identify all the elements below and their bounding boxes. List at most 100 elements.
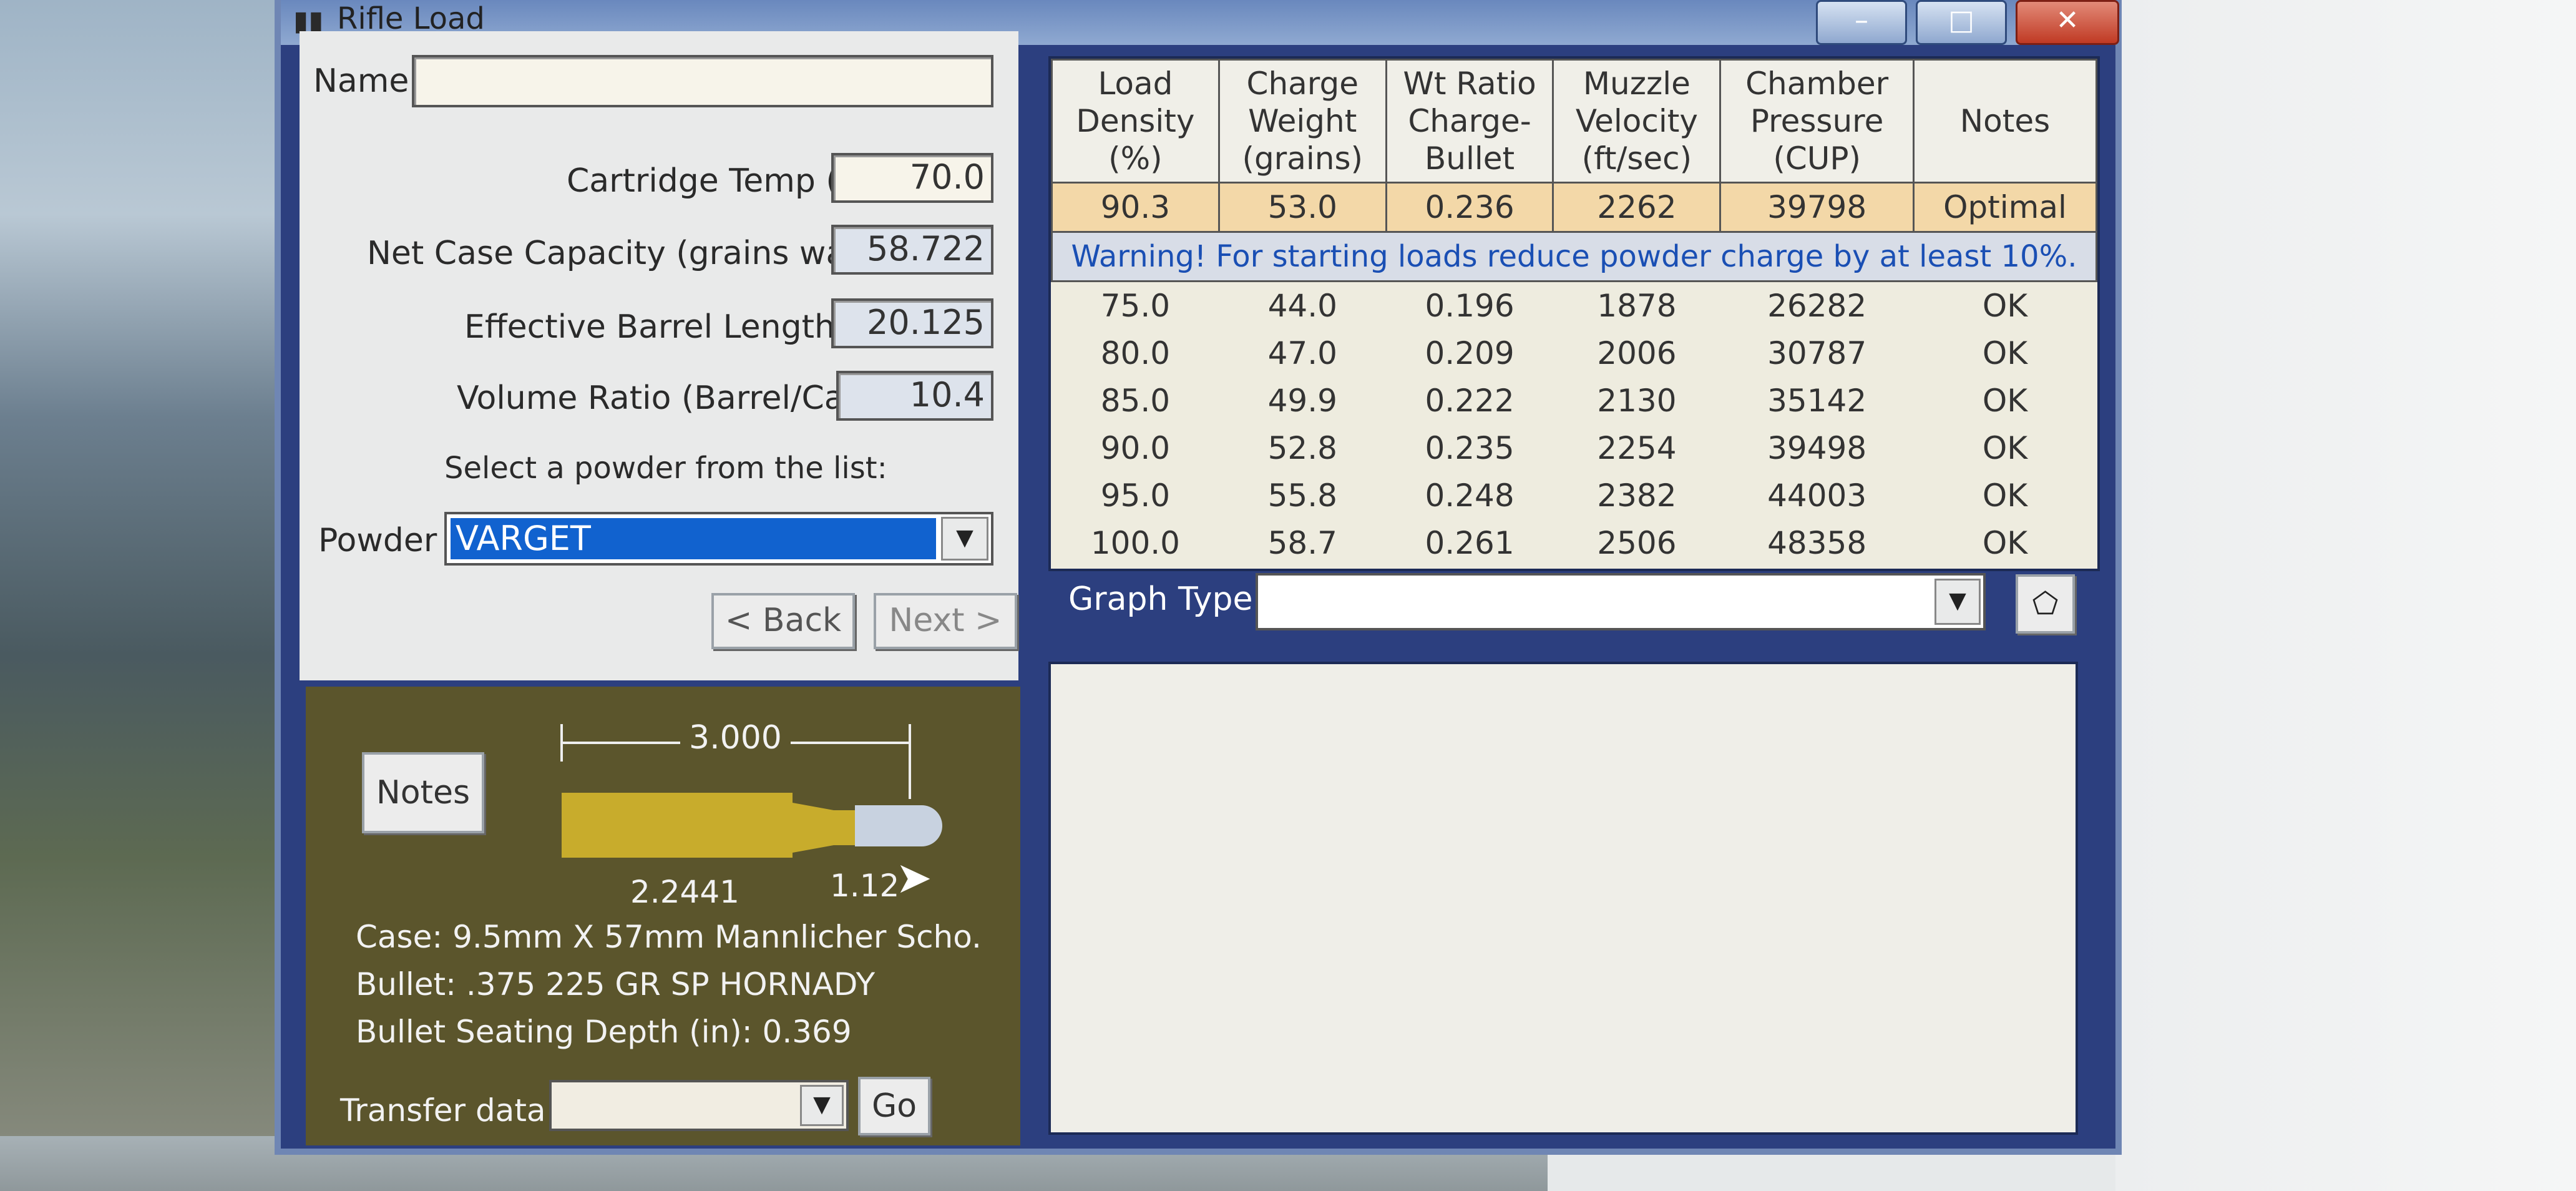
table-header-text: Velocity: [1575, 103, 1698, 139]
table-header-cell: Muzzle Velocity (ft/sec): [1552, 59, 1722, 184]
table-header-text: Charge-: [1408, 103, 1531, 139]
table-row[interactable]: 80.0 47.0 0.209 2006 30787 OK: [1052, 330, 2097, 377]
notes-button[interactable]: Notes: [362, 752, 484, 833]
table-cell: 52.8: [1267, 430, 1337, 466]
table-row[interactable]: 75.0 44.0 0.196 1878 26282 OK: [1052, 282, 2097, 330]
case-description: Case: 9.5mm X 57mm Mannlicher Scho.: [356, 919, 982, 955]
table-cell: 0.209: [1425, 335, 1515, 371]
overall-length-value: 3.000: [680, 719, 791, 757]
powder-selected-value: VARGET: [451, 518, 936, 559]
tag-icon[interactable]: ⬠: [2016, 574, 2075, 634]
table-header-text: (grains): [1242, 140, 1364, 177]
rifle-load-window: ▮▮ Rifle Load – □ ✕ Name Cartridge Temp …: [275, 0, 2122, 1155]
table-header-text: Chamber: [1745, 66, 1889, 102]
powder-dropdown[interactable]: VARGET ▼: [444, 512, 993, 566]
transfer-dropdown[interactable]: ▼: [549, 1080, 849, 1131]
table-cell: OK: [1982, 383, 2028, 419]
graph-type-label: Graph Type: [1068, 581, 1253, 618]
volume-ratio-field: 10.4: [836, 371, 993, 421]
table-cell: Optimal: [1913, 182, 2097, 233]
table-cell: OK: [1982, 335, 2028, 371]
table-header-text: Charge: [1246, 66, 1359, 102]
table-row[interactable]: 85.0 49.9 0.222 2130 35142 OK: [1052, 377, 2097, 424]
warning-text: Warning! For starting loads reduce powde…: [1051, 231, 2097, 282]
barrel-length-field: 20.125: [831, 298, 993, 348]
table-cell: 0.222: [1425, 383, 1515, 419]
optimal-row[interactable]: 90.3 53.0 0.236 2262 39798 Optimal: [1051, 182, 2097, 233]
chevron-down-icon[interactable]: ▼: [941, 517, 988, 561]
table-header-text: Weight: [1248, 103, 1357, 139]
net-case-capacity-label: Net Case Capacity (grains water): [367, 235, 905, 272]
chevron-down-icon[interactable]: ▼: [1934, 579, 1981, 625]
table-cell: 58.7: [1267, 525, 1337, 561]
chevron-down-icon[interactable]: ▼: [800, 1085, 844, 1126]
go-button[interactable]: Go: [858, 1077, 930, 1135]
table-header-cell: Load Density (%): [1051, 59, 1220, 184]
table-cell: OK: [1982, 430, 2028, 466]
case-length-value: 2.2441: [630, 874, 739, 910]
table-cell: 90.3: [1051, 182, 1220, 233]
table-header-row: Load Density (%) Charge Weight (grains) Wt Rat…: [1051, 59, 2097, 184]
table-cell: 100.0: [1090, 525, 1180, 561]
next-button[interactable]: Next >: [874, 593, 1017, 649]
bullet-shape: [855, 805, 942, 846]
table-header-text: Density: [1076, 103, 1195, 139]
table-cell: 0.196: [1425, 288, 1515, 324]
dimension-tick-right: [909, 724, 911, 799]
table-cell: 30787: [1767, 335, 1867, 371]
table-cell: 2006: [1597, 335, 1677, 371]
graph-type-dropdown[interactable]: ▼: [1256, 573, 1986, 630]
table-cell: 2130: [1597, 383, 1677, 419]
table-cell: 75.0: [1100, 288, 1171, 324]
table-cell: 2506: [1597, 525, 1677, 561]
table-header-text: Pressure: [1750, 103, 1884, 139]
table-header-cell: Wt Ratio Charge- Bullet: [1385, 59, 1554, 184]
graph-area: [1048, 662, 2078, 1135]
cartridge-case-shape: [562, 793, 793, 858]
table-header-cell: Notes: [1913, 59, 2097, 184]
table-cell: 26282: [1767, 288, 1867, 324]
table-cell: OK: [1982, 525, 2028, 561]
results-table: Load Density (%) Charge Weight (grains) Wt Rat…: [1051, 59, 2097, 567]
table-cell: 85.0: [1100, 383, 1171, 419]
bullet-description: Bullet: .375 225 GR SP HORNADY: [356, 966, 876, 1002]
back-button[interactable]: < Back: [711, 593, 855, 649]
name-field[interactable]: [412, 55, 993, 107]
table-header-text: Bullet: [1425, 140, 1515, 177]
table-row[interactable]: 100.0 58.7 0.261 2506 48358 OK: [1052, 519, 2097, 567]
cartridge-temp-field[interactable]: 70.0: [831, 153, 993, 203]
table-cell: 35142: [1767, 383, 1867, 419]
table-cell: 95.0: [1100, 478, 1171, 514]
table-cell: 0.235: [1425, 430, 1515, 466]
table-cell: 2382: [1597, 478, 1677, 514]
close-button[interactable]: ✕: [2016, 0, 2119, 45]
table-cell: 39798: [1719, 182, 1915, 233]
table-header-text: Muzzle: [1583, 66, 1690, 102]
table-header-text: (ft/sec): [1581, 140, 1692, 177]
table-header-text: Wt Ratio: [1403, 66, 1536, 102]
table-cell: 0.236: [1385, 182, 1554, 233]
volume-ratio-label: Volume Ratio (Barrel/Case): [457, 380, 894, 417]
table-cell: 0.261: [1425, 525, 1515, 561]
results-table-container: Load Density (%) Charge Weight (grains) Wt Rat…: [1048, 56, 2100, 571]
table-header-text: (CUP): [1773, 140, 1861, 177]
table-cell: 44.0: [1267, 288, 1337, 324]
table-cell: 48358: [1767, 525, 1867, 561]
table-row[interactable]: 90.0 52.8 0.235 2254 39498 OK: [1052, 424, 2097, 472]
table-cell: 47.0: [1267, 335, 1337, 371]
cartridge-panel: Notes 3.000 2.2441 1.12 ➤ Case: 9.5mm X …: [306, 687, 1020, 1145]
name-label: Name: [313, 62, 409, 100]
table-cell: OK: [1982, 288, 2028, 324]
table-cell: 90.0: [1100, 430, 1171, 466]
table-header-text: Notes: [1959, 103, 2051, 139]
table-header-text: Load: [1098, 66, 1173, 102]
table-row[interactable]: 95.0 55.8 0.248 2382 44003 OK: [1052, 472, 2097, 519]
table-header-cell: Charge Weight (grains): [1217, 59, 1387, 184]
table-cell: 1878: [1597, 288, 1677, 324]
table-cell: 39498: [1767, 430, 1867, 466]
maximize-button[interactable]: □: [1916, 0, 2007, 45]
table-header-text: (%): [1108, 140, 1163, 177]
input-panel: Name Cartridge Temp (˚F) 70.0 Net Case C…: [300, 31, 1018, 680]
minimize-button[interactable]: –: [1816, 0, 1907, 45]
table-cell: OK: [1982, 478, 2028, 514]
